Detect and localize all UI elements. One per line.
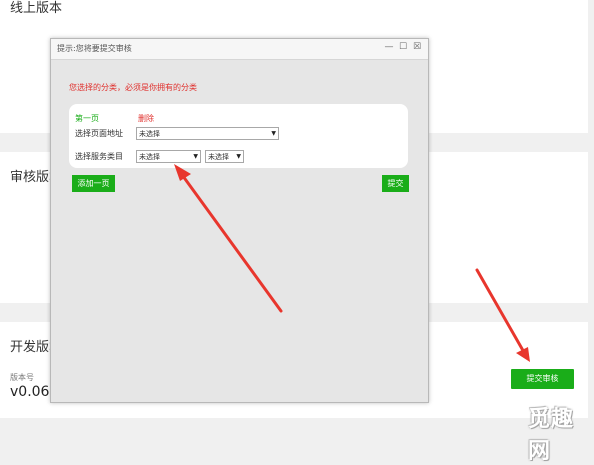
dialog-title: 提示:您将要提交审核 [57, 44, 132, 53]
version-number-label: 版本号 [10, 373, 34, 382]
version-number-value: v0.06 [10, 384, 50, 400]
add-page-button[interactable]: 添加一页 [72, 175, 115, 192]
dropdown-arrow-icon: ▼ [271, 130, 276, 137]
dropdown-arrow-icon: ▼ [193, 153, 198, 160]
submit-review-dialog: 提示:您将要提交审核 — ☐ ☒ 您选择的分类，必须是你拥有的分类 第一页 删除… [50, 38, 429, 403]
watermark-logo: 觅趣网 [528, 407, 575, 464]
submit-button[interactable]: 提交 [382, 175, 409, 192]
page-form-card: 第一页 删除 选择页面地址 未选择 ▼ 选择服务类目 未选择 ▼ 未选择 ▼ [69, 104, 408, 168]
delete-link[interactable]: 删除 [138, 113, 154, 124]
page-address-select-value: 未选择 [139, 130, 160, 138]
service-category-select-2[interactable]: 未选择 ▼ [205, 150, 244, 163]
maximize-icon[interactable]: ☐ [398, 42, 408, 52]
page-label: 第一页 [75, 114, 99, 123]
window-controls: — ☐ ☒ [384, 42, 422, 52]
submit-review-button[interactable]: 提交审核 [511, 369, 574, 389]
service-category-select-1-value: 未选择 [139, 153, 160, 161]
minimize-icon[interactable]: — [384, 42, 394, 52]
service-category-select-1[interactable]: 未选择 ▼ [136, 150, 201, 163]
page-address-select[interactable]: 未选择 ▼ [136, 127, 279, 140]
page-address-label: 选择页面地址 [75, 129, 123, 138]
dialog-titlebar: 提示:您将要提交审核 — ☐ ☒ [51, 39, 428, 60]
service-category-select-2-value: 未选择 [208, 153, 229, 161]
service-category-label: 选择服务类目 [75, 152, 123, 161]
category-notice: 您选择的分类，必须是你拥有的分类 [69, 83, 197, 92]
online-version-title: 线上版本 [10, 1, 63, 16]
dropdown-arrow-icon: ▼ [236, 153, 241, 160]
close-icon[interactable]: ☒ [412, 42, 422, 52]
